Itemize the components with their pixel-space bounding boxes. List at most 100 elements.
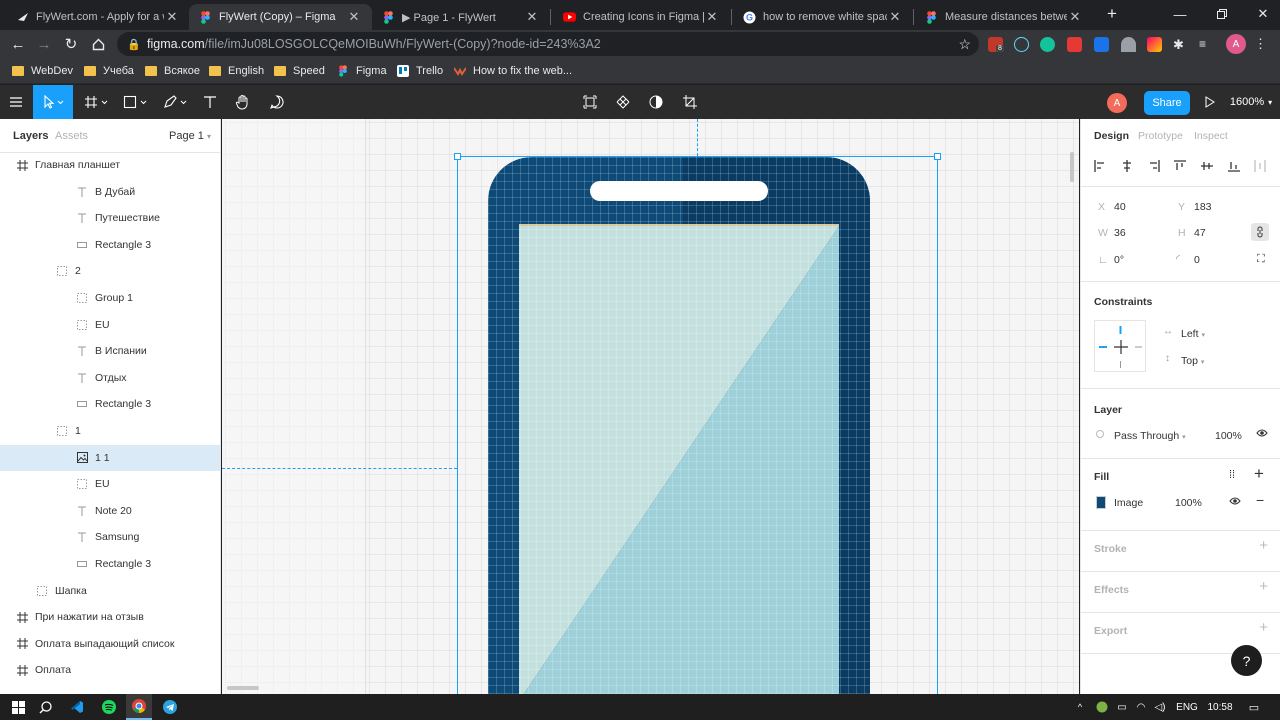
layer-opacity-input[interactable]: 100% bbox=[1215, 430, 1242, 442]
search-icon[interactable] bbox=[33, 694, 57, 720]
height-input[interactable]: 47 bbox=[1194, 227, 1206, 239]
x-input[interactable]: 40 bbox=[1114, 201, 1126, 213]
close-icon[interactable]: ✕ bbox=[1067, 9, 1083, 25]
align-center-h-icon[interactable] bbox=[1120, 159, 1134, 173]
resize-handle-tl[interactable] bbox=[454, 153, 461, 160]
back-icon[interactable]: ← bbox=[8, 34, 28, 54]
reload-icon[interactable]: ↻ bbox=[61, 34, 81, 54]
tab-design[interactable]: Design bbox=[1094, 130, 1129, 142]
resize-frame-icon[interactable] bbox=[578, 85, 602, 119]
tab-google[interactable]: G how to remove white spaces ✕ bbox=[733, 4, 913, 30]
home-icon[interactable] bbox=[88, 34, 108, 54]
profile-avatar[interactable]: A bbox=[1226, 34, 1246, 54]
layer-row[interactable]: Оплата bbox=[0, 657, 220, 683]
spotify-icon[interactable] bbox=[97, 694, 121, 720]
rotation-input[interactable]: 0° bbox=[1114, 254, 1124, 266]
bookmark-figma[interactable]: Figma bbox=[337, 63, 387, 79]
layer-row[interactable]: При нажатии на отзыв bbox=[0, 604, 220, 630]
extension-arc-icon[interactable] bbox=[1121, 37, 1136, 52]
resize-handle-tr[interactable] bbox=[934, 153, 941, 160]
address-bar[interactable]: 🔒 figma.com/file/imJu08LOSGOLCQeMOIBuWh/… bbox=[117, 32, 979, 56]
tab-measure[interactable]: Measure distances between ✕ bbox=[915, 4, 1093, 30]
add-stroke-icon[interactable]: + bbox=[1259, 537, 1268, 554]
clock[interactable]: 10:58 bbox=[1204, 694, 1236, 720]
chrome-taskbar-icon[interactable] bbox=[126, 694, 152, 720]
add-fill-icon[interactable]: + bbox=[1254, 464, 1264, 484]
fill-opacity-input[interactable]: 100% bbox=[1175, 497, 1202, 509]
move-tool-icon[interactable] bbox=[33, 85, 73, 119]
layer-row[interactable]: Rectangle 3 bbox=[0, 232, 220, 258]
windows-start-icon[interactable] bbox=[5, 694, 31, 720]
react-devtools-icon[interactable] bbox=[1014, 37, 1029, 52]
page-selector[interactable]: Page 1 ▾ bbox=[169, 130, 211, 142]
help-button[interactable]: ? bbox=[1231, 645, 1262, 676]
share-button[interactable]: Share bbox=[1144, 91, 1190, 115]
notifications-icon[interactable]: ▭ bbox=[1244, 694, 1264, 720]
image-fill-swatch[interactable] bbox=[1096, 496, 1106, 509]
bookmark-folder[interactable]: English bbox=[209, 63, 264, 79]
remove-fill-icon[interactable]: − bbox=[1256, 492, 1264, 508]
y-input[interactable]: 183 bbox=[1194, 201, 1212, 213]
bookmark-star-icon[interactable]: ☆ bbox=[958, 36, 971, 53]
align-top-icon[interactable] bbox=[1173, 159, 1187, 173]
align-center-v-icon[interactable] bbox=[1200, 159, 1214, 173]
constraints-widget[interactable] bbox=[1094, 320, 1146, 372]
maximize-icon[interactable] bbox=[1205, 0, 1239, 28]
add-export-icon[interactable]: + bbox=[1259, 619, 1268, 636]
layer-row[interactable]: Note 20 bbox=[0, 498, 220, 524]
menu-kebab-icon[interactable]: ⋮ bbox=[1254, 36, 1267, 52]
extension-red-icon[interactable] bbox=[1067, 37, 1082, 52]
vertical-constraint-select[interactable]: Top ▾ bbox=[1181, 355, 1204, 367]
layer-row[interactable]: В Дубай bbox=[0, 179, 220, 205]
tab-flywert[interactable]: FlyWert.com - Apply for a wo ✕ bbox=[6, 4, 190, 30]
main-menu-icon[interactable] bbox=[4, 85, 28, 119]
align-right-icon[interactable] bbox=[1147, 159, 1161, 173]
blend-mode-select[interactable]: Pass Through ▾ bbox=[1114, 430, 1186, 442]
radius-input[interactable]: 0 bbox=[1194, 254, 1200, 266]
user-avatar[interactable]: A bbox=[1107, 93, 1127, 113]
bookmark-folder[interactable]: WebDev bbox=[12, 63, 73, 79]
frame-tool-icon[interactable] bbox=[81, 85, 113, 119]
wifi-icon[interactable]: ◠ bbox=[1133, 694, 1149, 720]
close-icon[interactable]: ✕ bbox=[704, 9, 720, 25]
close-icon[interactable]: ✕ bbox=[887, 9, 903, 25]
layer-row[interactable]: Шапка bbox=[0, 578, 220, 604]
vertical-scrollbar[interactable] bbox=[1070, 152, 1074, 182]
styles-icon[interactable]: ⁞⁞ bbox=[1229, 469, 1235, 481]
distribute-icon[interactable] bbox=[1253, 159, 1267, 173]
ublock-icon[interactable]: 8 bbox=[988, 37, 1004, 52]
shape-tool-icon[interactable] bbox=[120, 85, 152, 119]
tab-youtube[interactable]: Creating Icons in Figma [Tuto ✕ bbox=[553, 4, 730, 30]
volume-icon[interactable]: ◁) bbox=[1152, 694, 1168, 720]
tray-chevron-icon[interactable]: ^ bbox=[1074, 694, 1086, 720]
eye-icon[interactable] bbox=[1229, 496, 1241, 509]
tab-assets[interactable]: Assets bbox=[55, 130, 88, 142]
layer-row[interactable]: Rectangle 3 bbox=[0, 391, 220, 417]
extensions-puzzle-icon[interactable]: ✱ bbox=[1173, 37, 1188, 52]
layer-row[interactable]: В Испании bbox=[0, 338, 220, 364]
grammarly-icon[interactable] bbox=[1040, 37, 1055, 52]
constrain-proportions-icon[interactable] bbox=[1251, 223, 1269, 241]
design-canvas[interactable] bbox=[222, 119, 1079, 694]
crop-icon[interactable] bbox=[678, 85, 702, 119]
hand-tool-icon[interactable] bbox=[231, 85, 255, 119]
layer-row[interactable]: 2 bbox=[0, 258, 220, 284]
layer-row[interactable]: 1 1 bbox=[0, 444, 220, 471]
bookmark-folder[interactable]: Speed bbox=[274, 63, 325, 79]
layer-row[interactable]: Rectangle 3 bbox=[0, 551, 220, 577]
layer-row[interactable]: Главная планшет bbox=[0, 152, 220, 178]
linkedin-icon[interactable] bbox=[1094, 37, 1109, 52]
zoom-dropdown[interactable]: 1600% ▾ bbox=[1228, 85, 1274, 119]
tab-inspect[interactable]: Inspect bbox=[1194, 130, 1228, 142]
layer-row[interactable]: EU bbox=[0, 471, 220, 497]
close-icon[interactable]: ✕ bbox=[164, 9, 180, 25]
layer-row[interactable]: 1 bbox=[0, 418, 220, 444]
pen-tool-icon[interactable] bbox=[160, 85, 192, 119]
independent-corners-icon[interactable]: ⛶ bbox=[1257, 253, 1265, 266]
fill-type[interactable]: Image bbox=[1114, 497, 1143, 509]
tab-page1[interactable]: ▶ Page 1 - FlyWert ✕ bbox=[372, 4, 550, 30]
layer-row[interactable]: Оплата выпадающий список bbox=[0, 631, 220, 657]
extension-gradient-icon[interactable] bbox=[1147, 37, 1162, 52]
tab-figma-active[interactable]: FlyWert (Copy) – Figma ✕ bbox=[189, 4, 372, 30]
forward-icon[interactable]: → bbox=[34, 34, 54, 54]
